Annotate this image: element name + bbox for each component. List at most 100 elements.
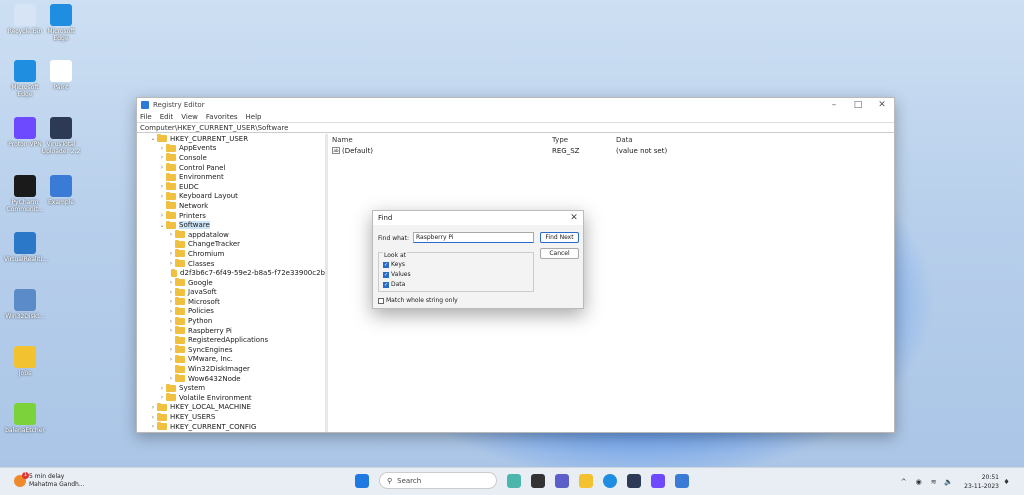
tree-item[interactable]: ChangeTracker [137,239,325,250]
weather-widget[interactable]: 1 5 min delay Mahatma Gandh... [14,472,85,489]
desktop-icon[interactable]: VirusTotal Uploader 2.2 [40,117,82,155]
chevron-icon[interactable]: › [167,260,175,267]
minimize-icon[interactable]: – [822,100,846,110]
chevron-icon[interactable]: › [167,231,175,238]
tree-item[interactable]: › appdatalow [137,230,325,240]
tree-item[interactable]: › Classes [137,259,325,269]
table-row[interactable]: ab (Default) REG_SZ (value not set) [328,145,894,156]
tree-item[interactable]: › HKEY_CURRENT_CONFIG [137,422,325,432]
column-data[interactable]: Data [616,136,736,144]
chevron-icon[interactable]: ⌄ [149,135,157,142]
desktop-icon[interactable]: jobs [4,346,46,377]
chevron-icon[interactable]: ⌄ [158,222,166,229]
chevron-icon[interactable]: › [158,183,166,190]
chevron-icon[interactable]: › [167,356,175,363]
desktop-icon[interactable]: VirtualRealiti... [4,232,48,263]
store-icon[interactable] [627,473,641,488]
tree-item[interactable]: › SyncEngines [137,345,325,355]
search-box[interactable]: ⚲ Search [379,472,497,489]
tree-item[interactable]: d2f3b6c7-6f49-59e2-b8a5-f72e33900c2b [137,268,325,278]
tree-item[interactable]: RegisteredApplications [137,335,325,345]
tree-item[interactable]: › Printers [137,211,325,221]
menu-item[interactable]: Help [246,113,262,121]
close-icon[interactable]: ✕ [870,100,894,110]
tree-item[interactable]: › AppEvents [137,143,325,154]
tree-item[interactable]: › Control Panel [137,163,325,173]
tree-item[interactable]: › HKEY_LOCAL_MACHINE [137,402,325,413]
tree-item[interactable]: ⌄ HKEY_CURRENT_USER [137,134,325,144]
menu-item[interactable]: View [181,113,198,121]
chevron-icon[interactable]: › [158,193,166,200]
chevron-icon[interactable]: › [167,318,175,325]
tree-item[interactable]: › Microsoft [137,297,325,307]
chevron-icon[interactable]: › [158,394,166,401]
volume-icon[interactable]: 🔈 [944,478,953,487]
tree-item[interactable]: Network [137,201,325,211]
notification-icon[interactable]: ♦ [1002,478,1011,487]
tree-item[interactable]: › Google [137,278,325,288]
registry-editor-taskbar-icon[interactable] [675,473,689,488]
tree-item[interactable]: › Policies [137,306,325,317]
values-checkbox[interactable]: ✓ Values [383,271,411,278]
tree-item[interactable]: Win32DiskImager [137,364,325,374]
chevron-icon[interactable]: › [167,327,175,334]
clock[interactable]: 20:51 23-11-2023 [964,473,999,491]
chevron-icon[interactable]: › [158,164,166,171]
chat-icon[interactable] [555,473,569,488]
desktop-icon[interactable]: Example [40,175,82,206]
chevron-icon[interactable]: › [158,145,166,152]
chevron-icon[interactable]: › [167,298,175,305]
chevron-icon[interactable]: › [167,346,175,353]
find-what-input[interactable]: Raspberry Pi [413,232,534,243]
tree-item[interactable]: › System [137,383,325,393]
address-bar[interactable]: Computer\HKEY_CURRENT_USER\Software [137,122,894,133]
chevron-icon[interactable]: › [167,308,175,315]
tree-item[interactable]: › VMware, Inc. [137,354,325,365]
chevron-up-icon[interactable]: ^ [899,478,908,487]
tree-item[interactable]: › Console [137,153,325,163]
menu-item[interactable]: Favorites [206,113,238,121]
desktop-icon[interactable]: Microsoft Edge [40,4,82,42]
task-view-icon[interactable] [531,473,545,488]
desktop-icon[interactable]: balenaEtcher [4,403,46,434]
chevron-icon[interactable]: › [167,289,175,296]
match-whole-string-checkbox[interactable]: Match whole string only [378,297,458,304]
desktop-icon[interactable]: Win32Diskl... [4,289,46,320]
chevron-icon[interactable]: › [158,385,166,392]
proton-vpn-icon[interactable] [651,473,665,488]
chevron-icon[interactable]: › [149,423,157,430]
desktop-icon[interactable]: Paint [40,60,82,91]
wifi-icon[interactable]: ≋ [929,478,938,487]
edge-icon[interactable] [603,473,617,488]
tree-item[interactable]: › Volatile Environment [137,393,325,403]
start-icon[interactable] [355,473,369,488]
chevron-icon[interactable]: › [158,212,166,219]
file-explorer-icon[interactable] [579,473,593,488]
chevron-icon[interactable]: › [149,404,157,411]
menu-item[interactable]: File [140,113,152,121]
chevron-icon[interactable]: › [167,279,175,286]
cancel-button[interactable]: Cancel [540,248,579,259]
close-icon[interactable]: ✕ [565,213,583,223]
tree-item[interactable]: › HKEY_USERS [137,412,325,422]
chevron-icon[interactable]: › [167,375,175,382]
chevron-icon[interactable]: › [167,250,175,257]
find-dialog[interactable]: Find ✕ Find what: Raspberry Pi Find Next… [372,210,584,309]
tree-item[interactable]: ⌄ Software [137,220,325,230]
find-next-button[interactable]: Find Next [540,232,579,243]
tree-item[interactable]: › Raspberry Pi [137,326,325,336]
tree-item[interactable]: › Python [137,316,325,326]
tree-item[interactable]: › EUDC [137,182,325,192]
chevron-icon[interactable]: › [149,414,157,421]
find-title-bar[interactable]: Find ✕ [373,211,583,225]
tree-item[interactable]: › JavaSoft [137,287,325,298]
maximize-icon[interactable]: □ [846,100,870,110]
tree-item[interactable]: Environment [137,172,325,182]
tree-item[interactable]: › Chromium [137,249,325,259]
data-checkbox[interactable]: ✓ Data [383,281,405,288]
column-type[interactable]: Type [552,136,616,144]
network-icon[interactable]: ◉ [914,478,923,487]
tree-item[interactable]: › Wow6432Node [137,374,325,384]
keys-checkbox[interactable]: ✓ Keys [383,261,405,268]
key-tree[interactable]: ⌄ HKEY_CURRENT_USER › AppEvents › Console › Con… [137,134,328,432]
